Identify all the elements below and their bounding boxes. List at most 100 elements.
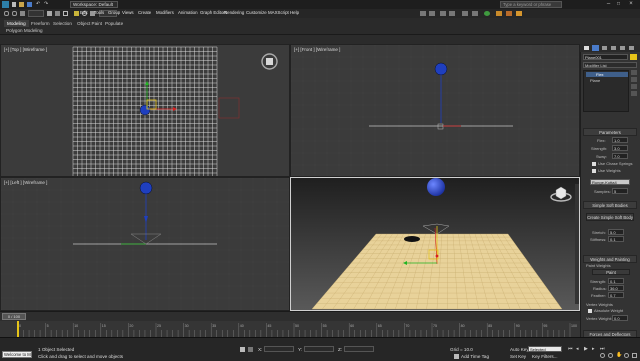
material-editor-icon[interactable]: [484, 11, 490, 16]
save-icon[interactable]: [27, 2, 32, 7]
layer-manager-icon[interactable]: [462, 11, 468, 16]
x-coord-field[interactable]: [264, 346, 294, 352]
add-time-tag-label[interactable]: Add Time Tag: [461, 354, 489, 359]
viewcube-top[interactable]: [261, 53, 278, 70]
search-input[interactable]: Type a keyword or phrase: [500, 1, 562, 8]
time-slider-thumb[interactable]: 0 / 100: [2, 313, 26, 320]
rollout-parameters[interactable]: Parameters: [583, 128, 637, 136]
create-simple-soft-body-button[interactable]: Create Simple Soft Body: [586, 213, 634, 221]
y-coord-field[interactable]: [304, 346, 334, 352]
maxscript-listener[interactable]: Welcome to M: [2, 351, 32, 358]
menu-item-edit[interactable]: Edit: [80, 10, 88, 15]
stiffness-spinner[interactable]: 0.1: [608, 236, 624, 242]
ribbon-tab-object-paint[interactable]: Object Paint: [74, 20, 105, 27]
viewport-left[interactable]: [+] [Left ] [Wireframe ]: [0, 177, 290, 311]
absolute-weight-checkbox[interactable]: [588, 309, 592, 313]
curve-editor-icon[interactable]: [472, 11, 478, 16]
angle-snap-icon[interactable]: [429, 11, 435, 16]
menu-item-tools[interactable]: Tools: [94, 10, 104, 15]
key-filter-dropdown[interactable]: Selected: [528, 346, 562, 352]
object-name-field[interactable]: Plane001: [583, 54, 628, 60]
stack-item-flex[interactable]: Flex: [586, 72, 628, 77]
link-icon[interactable]: [4, 11, 9, 16]
menu-item-customize[interactable]: Customize: [246, 10, 267, 15]
render-frame-icon[interactable]: [506, 11, 512, 16]
zoom-all-icon[interactable]: [608, 353, 613, 358]
new-icon[interactable]: [12, 2, 16, 7]
menu-item-create[interactable]: Create: [138, 10, 151, 15]
radius-spinner[interactable]: 36.0: [608, 285, 624, 291]
ribbon-tab-modeling[interactable]: Modeling: [4, 20, 29, 27]
mirror-icon[interactable]: [440, 11, 446, 16]
key-filters-button[interactable]: Key Filters...: [532, 354, 558, 359]
menu-item-help[interactable]: Help: [290, 10, 299, 15]
app-logo-icon[interactable]: [2, 1, 9, 8]
add-time-tag-icon[interactable]: [454, 354, 459, 359]
redo-icon[interactable]: ↷: [44, 2, 49, 7]
menu-item-views[interactable]: Views: [122, 10, 134, 15]
ribbon-tab-populate[interactable]: Populate: [102, 20, 126, 27]
menu-item-group[interactable]: Group: [108, 10, 120, 15]
pin-stack-icon[interactable]: [631, 70, 637, 75]
paint-strength-spinner[interactable]: 0.1: [608, 278, 624, 284]
minimize-button[interactable]: –: [604, 1, 613, 8]
use-weights-checkbox[interactable]: [592, 169, 596, 173]
previous-frame-icon[interactable]: ◂: [576, 347, 581, 352]
auto-key-button[interactable]: Auto Key: [510, 347, 529, 352]
display-tab-icon[interactable]: [620, 46, 625, 50]
rollout-weights-painting[interactable]: Weights and Painting: [583, 255, 637, 263]
next-frame-icon[interactable]: ▸: [592, 347, 597, 352]
menu-item-modifiers[interactable]: Modifiers: [156, 10, 174, 15]
track-bar[interactable]: 0510152025303540455055606570758085909510…: [0, 321, 580, 337]
create-tab-icon[interactable]: [584, 46, 589, 50]
motion-tab-icon[interactable]: [611, 46, 616, 50]
ribbon-tab-selection[interactable]: Selection: [50, 20, 75, 27]
snaps-toggle-icon[interactable]: [420, 11, 426, 16]
samples-spinner[interactable]: 5: [612, 188, 628, 194]
absolute-mode-icon[interactable]: [248, 347, 253, 352]
menu-item-animation[interactable]: Animation: [178, 10, 198, 15]
utilities-tab-icon[interactable]: [629, 46, 634, 50]
go-to-end-icon[interactable]: ⏭: [600, 347, 605, 352]
stretch-spinner[interactable]: 5.0: [608, 229, 624, 235]
object-color-swatch[interactable]: [630, 54, 637, 60]
feather-spinner[interactable]: 0.7: [608, 292, 624, 298]
align-icon[interactable]: [449, 11, 455, 16]
ribbon-tab-freeform[interactable]: Freeform: [28, 20, 53, 27]
strength-spinner[interactable]: 3.0: [612, 145, 628, 151]
selection-filter-dropdown[interactable]: [28, 10, 44, 17]
pan-icon[interactable]: ✋: [616, 353, 621, 358]
select-object-icon[interactable]: [47, 11, 52, 16]
open-icon[interactable]: [19, 2, 24, 7]
rollout-simple-soft-bodies[interactable]: Simple Soft Bodies: [583, 201, 637, 209]
render-setup-icon[interactable]: [496, 11, 502, 16]
hierarchy-tab-icon[interactable]: [602, 46, 607, 50]
play-icon[interactable]: ▶: [584, 347, 589, 352]
maximize-button[interactable]: □: [614, 1, 623, 8]
viewport-top[interactable]: [+] [Top ] [Wireframe ]: [0, 44, 290, 177]
go-to-start-icon[interactable]: ⏮: [568, 347, 573, 352]
lock-selection-icon[interactable]: [240, 347, 245, 352]
stack-item-plane[interactable]: Plane: [586, 78, 628, 83]
unlink-icon[interactable]: [12, 11, 17, 16]
chase-springs-checkbox[interactable]: [592, 162, 596, 166]
close-button[interactable]: ×: [626, 1, 636, 8]
remove-modifier-icon[interactable]: [631, 91, 637, 96]
modify-tab-icon[interactable]: [592, 45, 599, 51]
bind-icon[interactable]: [20, 11, 25, 16]
maximize-viewport-icon[interactable]: [632, 353, 637, 358]
viewcube-perspective[interactable]: [549, 183, 573, 203]
sway-spinner[interactable]: 7.0: [612, 153, 628, 159]
flex-spinner[interactable]: 1.0: [612, 137, 628, 143]
set-key-button[interactable]: Set Key: [510, 354, 526, 359]
make-unique-icon[interactable]: [631, 84, 637, 89]
menu-item-maxscript[interactable]: MAXScript: [268, 10, 289, 15]
render-icon[interactable]: [516, 11, 522, 16]
viewport-edge-scrollbar[interactable]: [575, 184, 579, 304]
undo-icon[interactable]: ↶: [36, 2, 41, 7]
paint-button[interactable]: Paint: [592, 269, 630, 275]
solver-dropdown[interactable]: Runge-Kutta4: [590, 179, 630, 185]
orbit-icon[interactable]: [624, 353, 629, 358]
z-coord-field[interactable]: [344, 346, 374, 352]
viewport-front[interactable]: [+] [Front ] [Wireframe ]: [290, 44, 580, 177]
